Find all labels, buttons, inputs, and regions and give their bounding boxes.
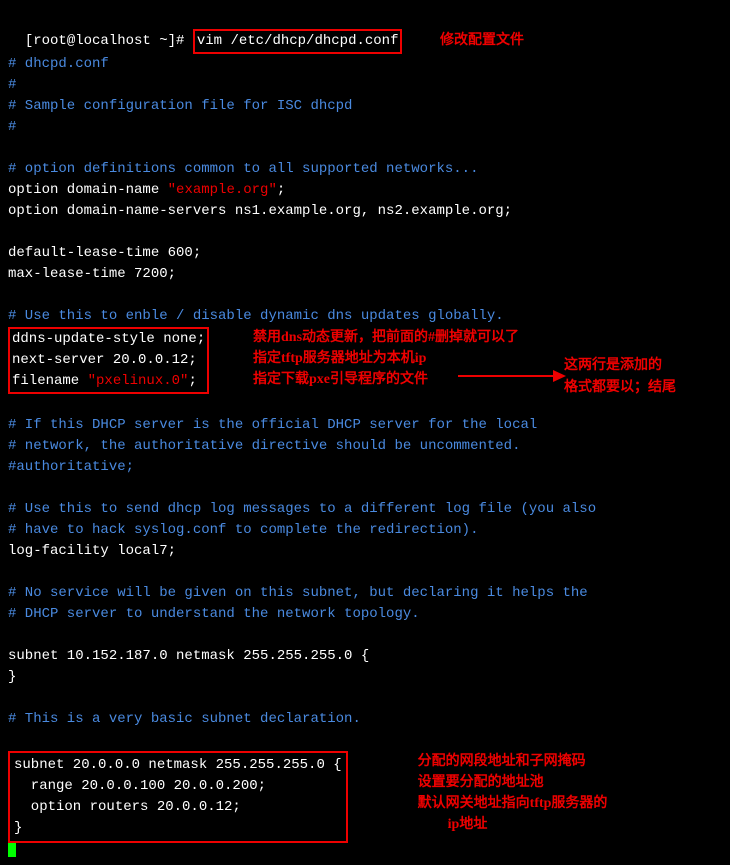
- subnet-box: subnet 20.0.0.0 netmask 255.255.255.0 { …: [8, 751, 348, 843]
- comment-line: #: [8, 75, 722, 96]
- config-line: max-lease-time 7200;: [8, 264, 722, 285]
- subnet-close: }: [8, 667, 722, 688]
- filename-line: filename "pxelinux.0";: [12, 373, 197, 389]
- comment-line: # network, the authoritative directive s…: [8, 436, 722, 457]
- subnet2-line2: range 20.0.0.100 20.0.0.200;: [14, 776, 342, 797]
- config-line: log-facility local7;: [8, 541, 722, 562]
- annotation-ddns: 禁用dns动态更新，把前面的#删掉就可以了: [253, 327, 519, 348]
- annotation-subnet2: 设置要分配的地址池: [418, 772, 608, 793]
- annotation-nextserver: 指定tftp服务器地址为本机ip: [253, 348, 426, 369]
- annotation-subnet1: 分配的网段地址和子网掩码: [418, 751, 608, 772]
- comment-line: #authoritative;: [8, 457, 722, 478]
- cursor: [8, 843, 16, 857]
- annotation-added2: 格式都要以；结尾: [564, 377, 676, 398]
- ddns-line: ddns-update-style none;: [12, 331, 205, 347]
- config-line: default-lease-time 600;: [8, 243, 722, 264]
- annotation-subnet4: ip地址: [418, 814, 608, 835]
- vim-command[interactable]: vim /etc/dhcp/dhcpd.conf: [197, 33, 399, 49]
- annotation-filename: 指定下载pxe引导程序的文件: [253, 369, 428, 390]
- comment-line: # If this DHCP server is the official DH…: [8, 415, 722, 436]
- next-server-line: next-server 20.0.0.12;: [12, 352, 197, 368]
- prompt-line: [root@localhost ~]# vim /etc/dhcp/dhcpd.…: [8, 8, 722, 54]
- subnet-line: subnet 10.152.187.0 netmask 255.255.255.…: [8, 646, 722, 667]
- comment-line: # No service will be given on this subne…: [8, 583, 722, 604]
- comment-line: # This is a very basic subnet declaratio…: [8, 709, 722, 730]
- shell-prompt: [root@localhost ~]#: [25, 33, 193, 49]
- subnet2-line1: subnet 20.0.0.0 netmask 255.255.255.0 {: [14, 755, 342, 776]
- annotation-added1: 这两行是添加的: [564, 355, 662, 376]
- command-box: vim /etc/dhcp/dhcpd.conf: [193, 29, 403, 54]
- comment-line: # Sample configuration file for ISC dhcp…: [8, 96, 722, 117]
- annotation-subnet3: 默认网关地址指向tftp服务器的: [418, 793, 608, 814]
- comment-line: # Use this to enble / disable dynamic dn…: [8, 306, 722, 327]
- subnet2-line3: option routers 20.0.0.12;: [14, 797, 342, 818]
- ddns-box: ddns-update-style none; next-server 20.0…: [8, 327, 209, 394]
- config-line: option domain-name "example.org";: [8, 180, 722, 201]
- comment-line: # have to hack syslog.conf to complete t…: [8, 520, 722, 541]
- comment-line: # DHCP server to understand the network …: [8, 604, 722, 625]
- arrow-icon: [458, 367, 568, 385]
- comment-line: # dhcpd.conf: [8, 54, 722, 75]
- annotation-title: 修改配置文件: [440, 30, 524, 51]
- comment-line: # option definitions common to all suppo…: [8, 159, 722, 180]
- subnet2-line4: }: [14, 818, 342, 839]
- config-line: option domain-name-servers ns1.example.o…: [8, 201, 722, 222]
- comment-line: #: [8, 117, 722, 138]
- comment-line: # Use this to send dhcp log messages to …: [8, 499, 722, 520]
